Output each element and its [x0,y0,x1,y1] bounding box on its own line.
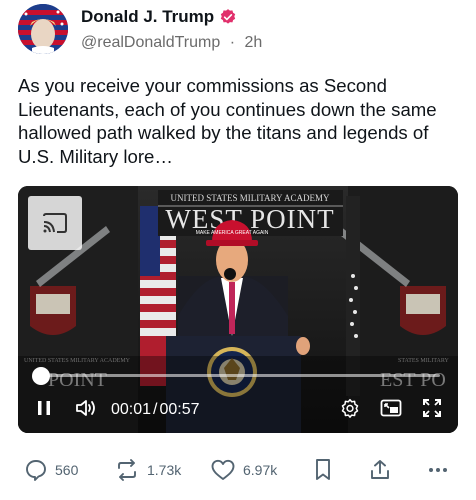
reply-icon [26,460,46,481]
verified-badge-icon [219,8,237,26]
like-count: 6.97k [243,462,278,478]
cast-button[interactable] [28,196,82,250]
banner-top-text: UNITED STATES MILITARY ACADEMY [171,193,330,203]
share-icon [371,460,389,479]
share-button[interactable] [368,456,392,484]
post-header: Donald J. Trump @realDonaldTrump · 2h [18,4,458,56]
post-time[interactable]: 2h [245,34,263,51]
heart-icon [211,459,235,480]
author-name[interactable]: Donald J. Trump [81,7,214,27]
fullscreen-icon [423,399,441,417]
pause-button[interactable] [34,396,54,420]
more-options-button[interactable] [426,456,450,484]
action-bar: 560 1.73k 6.97k [18,452,458,488]
video-controls: 00:01/00:57 [18,392,458,424]
progress-bar[interactable] [40,374,440,377]
time-separator: / [153,401,158,418]
author-handle[interactable]: @realDonaldTrump [81,34,220,51]
bookmark-icon [316,459,330,480]
progress-scrubber-handle[interactable] [32,367,50,385]
picture-in-picture-icon [380,399,402,417]
repost-icon [118,459,136,481]
duration: 00:57 [159,401,200,418]
current-time: 00:01 [111,401,152,418]
avatar-image [18,4,68,54]
bookmark-button[interactable] [313,456,333,484]
reply-button[interactable]: 560 [24,456,78,484]
pause-icon [38,401,50,415]
settings-button[interactable] [338,396,362,420]
hat-text: MAKE AMERICA GREAT AGAIN [196,230,269,236]
repost-count: 1.73k [147,462,182,478]
more-dots-icon [429,468,447,472]
like-button[interactable]: 6.97k [210,456,277,484]
gear-icon [341,398,359,418]
repost-button[interactable]: 1.73k [114,456,181,484]
fullscreen-button[interactable] [420,396,444,420]
volume-icon [76,400,95,416]
video-player[interactable]: UNITED STATES MILITARY ACADEMY WEST POIN… [18,186,458,433]
reply-count: 560 [55,462,79,478]
volume-button[interactable] [72,396,100,420]
avatar[interactable] [18,4,68,54]
author-row: Donald J. Trump [81,6,237,28]
handle-row: @realDonaldTrump · 2h [81,34,262,52]
post-text: As you receive your commissions as Secon… [18,75,437,167]
video-time: 00:01/00:57 [111,401,200,419]
cast-icon [43,213,67,233]
separator-dot: · [229,34,236,51]
picture-in-picture-button[interactable] [378,396,404,420]
